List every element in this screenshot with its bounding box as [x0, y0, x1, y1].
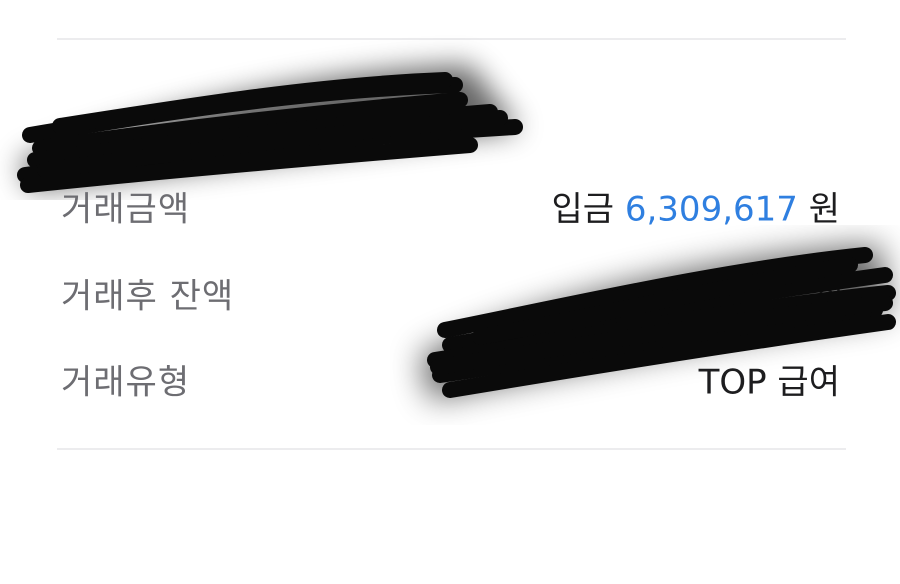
detail-row-type: 거래유형 TOP 급여	[57, 349, 846, 409]
type-label: 거래유형	[61, 362, 191, 403]
redacted-header-text: ,167	[330, 108, 397, 143]
type-value: TOP 급여	[698, 362, 840, 403]
deposit-type: 입금	[551, 189, 615, 230]
detail-row-amount: 거래금액 입금 6,309,617 원	[57, 176, 846, 236]
detail-row-balance: 거래후 잔액	[57, 263, 846, 323]
bottom-divider	[57, 448, 846, 450]
redaction-scribble	[17, 65, 523, 193]
amount-label: 거래금액	[61, 189, 191, 230]
balance-unit-partial: 원	[816, 286, 844, 321]
balance-label: 거래후 잔액	[61, 276, 235, 317]
top-divider	[57, 38, 846, 40]
amount-number: 6,309,617	[624, 189, 798, 230]
currency-unit: 원	[808, 189, 840, 230]
amount-value: 입금 6,309,617 원	[551, 182, 840, 231]
